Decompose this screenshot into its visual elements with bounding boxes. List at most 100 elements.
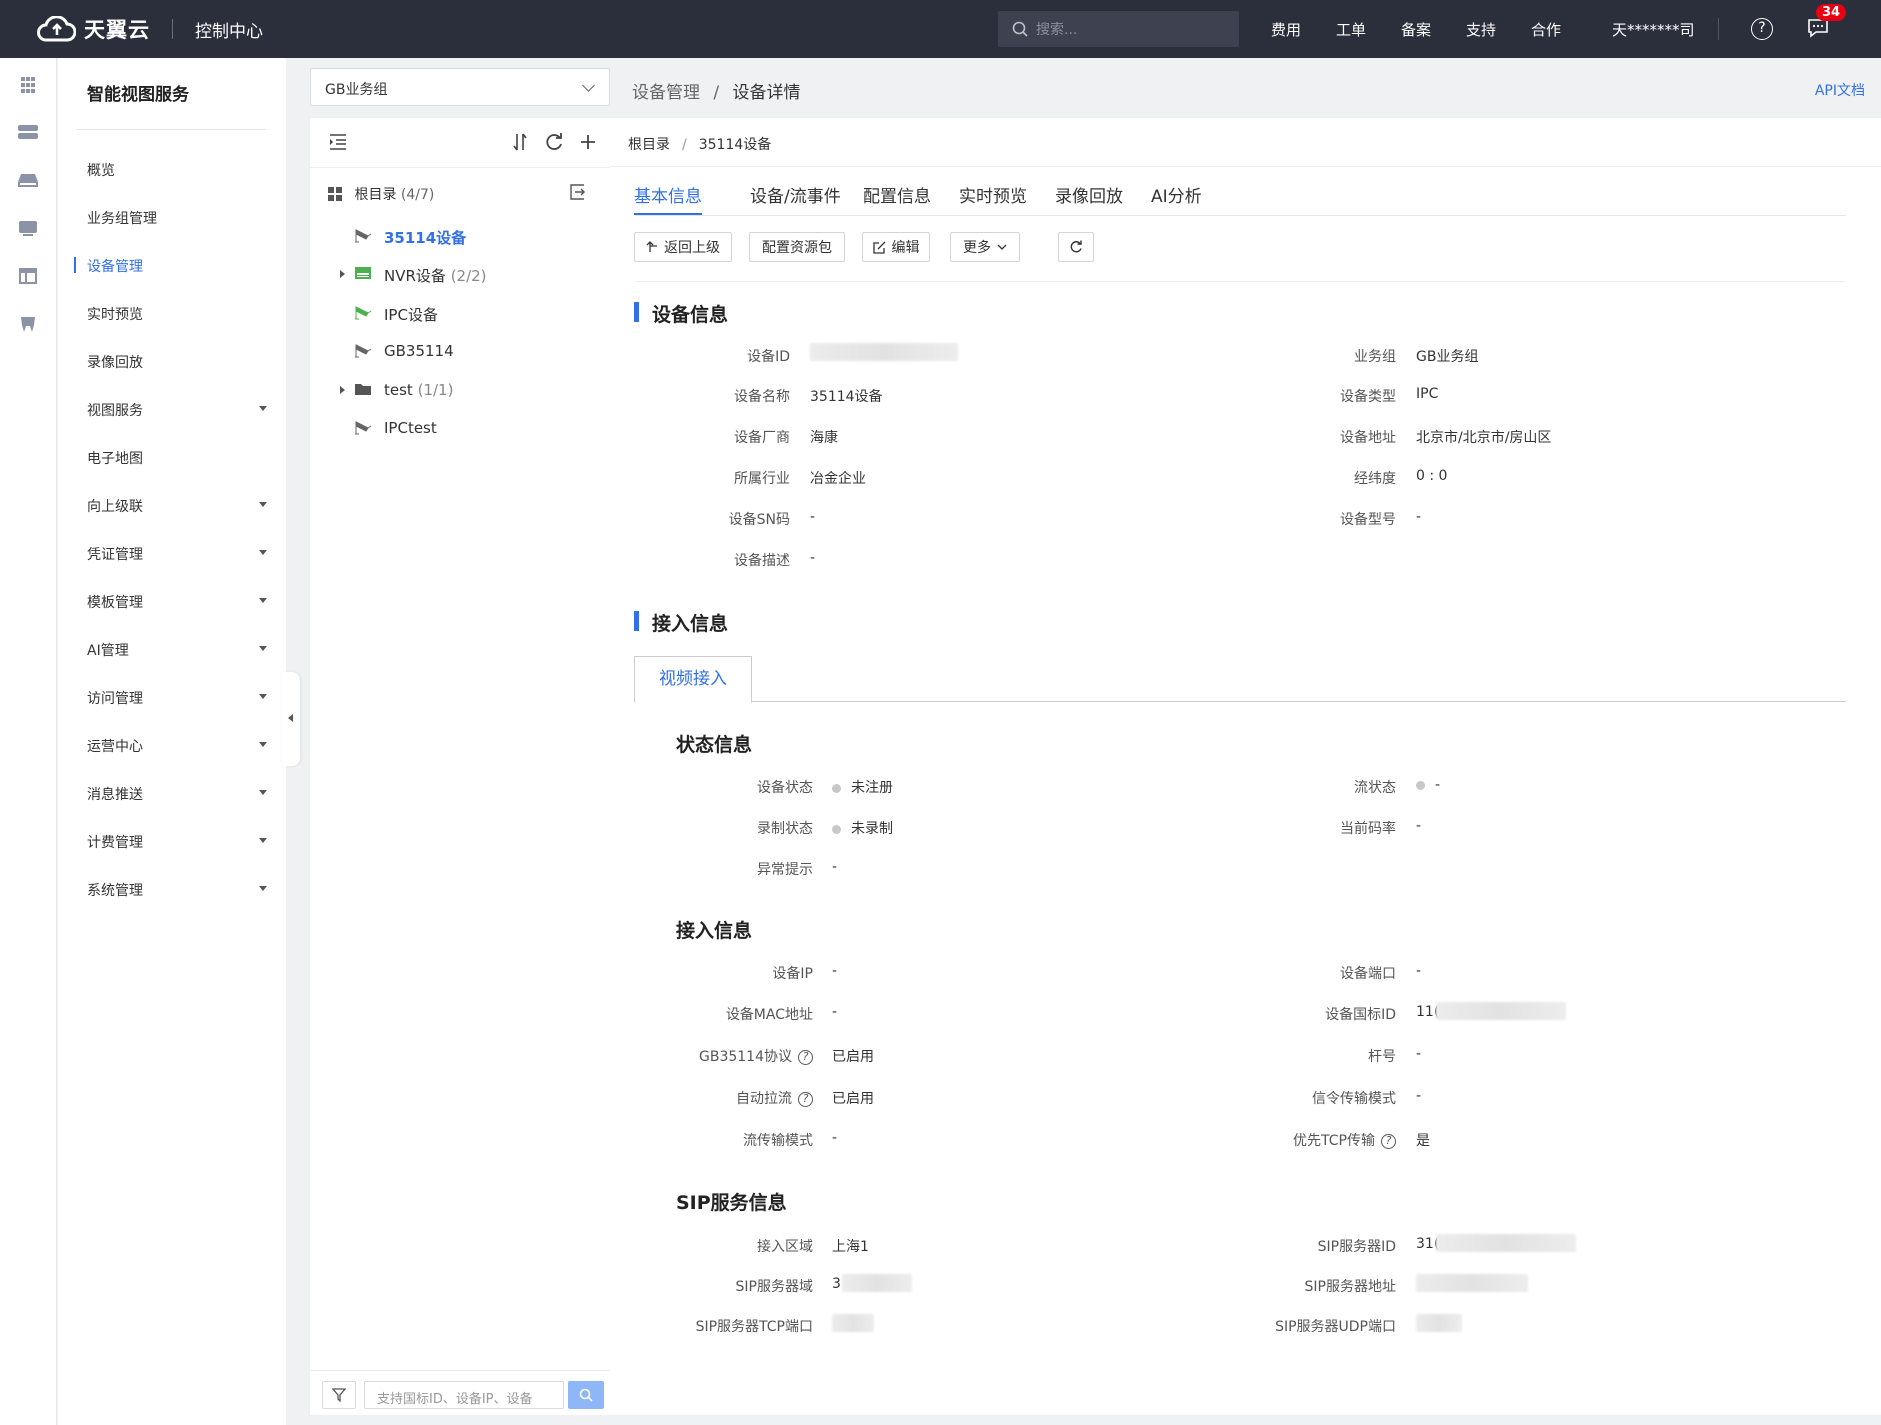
description-label: 设备描述 xyxy=(734,553,790,569)
apps-grid-icon[interactable] xyxy=(17,76,39,94)
sidebar-item-playback[interactable]: 录像回放 xyxy=(87,352,267,372)
tree-search-input[interactable]: 支持国标ID、设备IP、设备 xyxy=(364,1381,564,1409)
filter-button[interactable] xyxy=(322,1381,356,1409)
nav-tickets[interactable]: 工单 xyxy=(1336,19,1366,40)
sidebar-item-access-management[interactable]: 访问管理 xyxy=(87,688,267,708)
device-port-label: 设备端口 xyxy=(1340,966,1396,982)
device-type-value: IPC xyxy=(1416,386,1439,402)
latlng-value: 0 : 0 xyxy=(1416,468,1448,484)
message-icon[interactable] xyxy=(1807,18,1829,38)
sidebar-item-label: 模板管理 xyxy=(87,595,143,611)
expand-caret-icon[interactable] xyxy=(340,270,345,278)
record-status-value: 未录制 xyxy=(832,818,893,838)
add-icon[interactable] xyxy=(578,132,598,152)
tab-events[interactable]: 设备/流事件 xyxy=(750,182,841,207)
user-account[interactable]: 天*******司 xyxy=(1612,19,1695,40)
refresh-button[interactable] xyxy=(1058,232,1094,262)
alert-label: 异常提示 xyxy=(757,862,813,878)
collapse-tree-icon[interactable] xyxy=(570,184,586,200)
refresh-icon[interactable] xyxy=(544,132,564,152)
question-icon[interactable]: ? xyxy=(798,1091,813,1107)
sidebar-item-map[interactable]: 电子地图 xyxy=(87,448,267,468)
monitor-icon[interactable] xyxy=(17,219,39,237)
nav-filing[interactable]: 备案 xyxy=(1401,19,1431,40)
autopull-value: 已启用 xyxy=(832,1091,874,1107)
sidebar-item-label: 视图服务 xyxy=(87,403,143,419)
divider xyxy=(634,281,1846,282)
question-icon[interactable]: ? xyxy=(798,1049,813,1065)
gb35114-label-text: GB35114协议 xyxy=(699,1049,792,1065)
sidebar-item-system[interactable]: 系统管理 xyxy=(87,880,267,900)
tree-search-bar: 支持国标ID、设备IP、设备 xyxy=(310,1370,610,1415)
tree-root[interactable]: 根目录 (4/7) xyxy=(328,184,434,204)
tree-node-gb35114[interactable]: GB35114 xyxy=(355,342,454,360)
breadcrumb-parent[interactable]: 设备管理 xyxy=(632,83,700,103)
elephant-db-icon[interactable] xyxy=(17,315,39,333)
brand-name: 天翼云 xyxy=(84,18,150,42)
sidebar-item-live-preview[interactable]: 实时预览 xyxy=(87,304,267,324)
active-tab-indicator xyxy=(634,213,702,215)
sip-domain-label: SIP服务器域 xyxy=(735,1279,813,1295)
detail-tabs: 基本信息 设备/流事件 配置信息 实时预览 录像回放 AI分析 xyxy=(634,178,1846,216)
sidebar-item-cascade[interactable]: 向上级联 xyxy=(87,496,267,516)
latlng-label: 经纬度 xyxy=(1354,471,1396,487)
tab-basic-info[interactable]: 基本信息 xyxy=(634,182,702,207)
server-icon[interactable] xyxy=(17,123,39,141)
tab-video-access[interactable]: 视频接入 xyxy=(634,656,752,703)
gb-id-redaction xyxy=(1436,1002,1566,1020)
vendor-value: 海康 xyxy=(810,430,838,446)
tab-playback[interactable]: 录像回放 xyxy=(1055,182,1123,207)
sidebar-item-device-management[interactable]: 设备管理 xyxy=(87,256,267,276)
tree-node-ipc[interactable]: IPC设备 xyxy=(355,304,438,325)
sidebar-item-view-service[interactable]: 视图服务 xyxy=(87,400,267,420)
tree-node-35114[interactable]: 35114设备 xyxy=(355,227,466,248)
sn-label: 设备SN码 xyxy=(728,512,790,528)
tree-node-nvr[interactable]: NVR设备 (2/2) xyxy=(340,265,487,286)
select-value: GB业务组 xyxy=(325,82,388,98)
console-title[interactable]: 控制中心 xyxy=(195,17,263,42)
tab-config[interactable]: 配置信息 xyxy=(863,182,931,207)
storage-icon[interactable] xyxy=(17,171,39,189)
sidebar-item-credentials[interactable]: 凭证管理 xyxy=(87,544,267,564)
sidebar-item-ai-management[interactable]: AI管理 xyxy=(87,640,267,660)
sort-icon[interactable] xyxy=(510,132,530,152)
edit-button[interactable]: 编辑 xyxy=(862,232,930,262)
sidebar-item-notifications[interactable]: 消息推送 xyxy=(87,784,267,804)
address-label: 设备地址 xyxy=(1340,430,1396,446)
sidebar-collapse-handle[interactable] xyxy=(282,672,300,766)
sip-tcp-port-value-redacted xyxy=(832,1314,874,1332)
tab-live-preview[interactable]: 实时预览 xyxy=(959,182,1027,207)
sidebar-item-overview[interactable]: 概览 xyxy=(87,160,267,180)
layout-icon[interactable] xyxy=(17,267,39,285)
nav-support[interactable]: 支持 xyxy=(1466,19,1496,40)
help-icon[interactable]: ? xyxy=(1751,18,1773,40)
indent-menu-icon[interactable] xyxy=(328,132,348,152)
sidebar-item-label: 运营中心 xyxy=(87,739,143,755)
service-sidebar: 智能视图服务 概览 业务组管理 设备管理 实时预览 录像回放 视图服务 电子地图… xyxy=(58,58,286,1425)
tree-node-ipctest[interactable]: IPCtest xyxy=(355,419,437,437)
global-search[interactable]: 搜索... xyxy=(998,11,1239,47)
nav-partner[interactable]: 合作 xyxy=(1531,19,1561,40)
logo[interactable]: 天翼云 控制中心 xyxy=(36,10,263,48)
sidebar-item-operations[interactable]: 运营中心 xyxy=(87,736,267,756)
sip-domain-value: 3 xyxy=(832,1276,841,1292)
folder-icon xyxy=(355,384,371,395)
business-group-select[interactable]: GB业务组 xyxy=(310,68,610,106)
sidebar-item-billing[interactable]: 计费管理 xyxy=(87,832,267,852)
active-indicator xyxy=(74,257,76,273)
question-icon[interactable]: ? xyxy=(1381,1133,1396,1149)
breadcrumb-root[interactable]: 根目录 xyxy=(628,137,670,153)
tree-node-test[interactable]: test (1/1) xyxy=(340,381,453,399)
back-button[interactable]: 返回上级 xyxy=(634,232,732,262)
nav-billing[interactable]: 费用 xyxy=(1271,19,1301,40)
sidebar-item-group-management[interactable]: 业务组管理 xyxy=(87,208,267,228)
config-package-button[interactable]: 配置资源包 xyxy=(749,232,845,262)
tab-ai-analysis[interactable]: AI分析 xyxy=(1151,182,1202,207)
more-dropdown[interactable]: 更多 xyxy=(950,232,1020,262)
expand-caret-icon[interactable] xyxy=(340,386,345,394)
device-type-label: 设备类型 xyxy=(1340,389,1396,405)
sidebar-item-templates[interactable]: 模板管理 xyxy=(87,592,267,612)
industry-value: 冶金企业 xyxy=(810,471,866,487)
api-doc-link[interactable]: API文档 xyxy=(1815,80,1865,100)
tree-search-button[interactable] xyxy=(568,1381,604,1409)
